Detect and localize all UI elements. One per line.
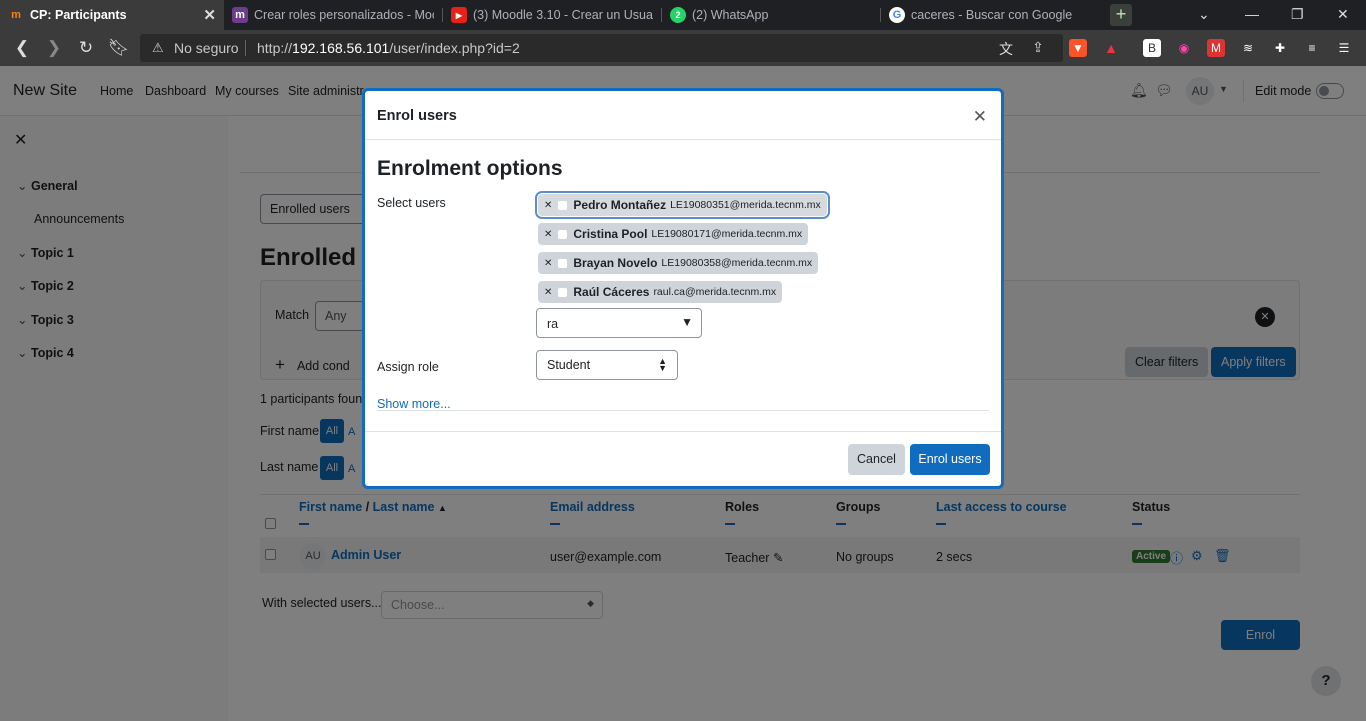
extension-b-icon[interactable]: B xyxy=(1143,39,1161,57)
selected-user-email: LE19080171@merida.tecnm.mx xyxy=(651,228,803,240)
translate-icon[interactable]: 文 xyxy=(996,39,1016,59)
url-text[interactable]: http://192.168.56.101/user/index.php?id=… xyxy=(257,40,520,56)
remove-icon[interactable]: ✕ xyxy=(544,200,552,211)
selected-user-tag[interactable]: ✕ Pedro Montañez LE19080351@merida.tecnm… xyxy=(535,191,830,219)
tab-youtube[interactable]: ▶ (3) Moodle 3.10 - Crear un Usuario xyxy=(443,0,661,30)
remove-icon[interactable]: ✕ xyxy=(544,229,552,240)
search-value: ra xyxy=(547,317,559,331)
tab-participants[interactable]: m CP: Participants ✕ xyxy=(0,0,224,30)
whatsapp-icon: 2 xyxy=(670,7,686,23)
url-box[interactable]: ⚠ No seguro http://192.168.56.101/user/i… xyxy=(140,34,1063,62)
url-path: /user/index.php?id=2 xyxy=(389,40,520,56)
tab-google[interactable]: G caceres - Buscar con Google xyxy=(881,0,1099,30)
bookmark-icon[interactable]: 🔖︎ xyxy=(108,38,130,58)
selected-user-tag[interactable]: ✕ Brayan Novelo LE19080358@merida.tecnm.… xyxy=(538,252,819,274)
url-host: 192.168.56.101 xyxy=(292,40,390,56)
youtube-icon: ▶ xyxy=(451,7,467,23)
tab-title: (2) WhatsApp xyxy=(692,8,769,22)
brave-icon[interactable]: ▼ xyxy=(1069,39,1087,57)
chevron-down-icon[interactable]: ▼ xyxy=(681,315,693,329)
enrol-users-modal: Enrol users ✕ Enrolment options Select u… xyxy=(362,88,1004,489)
extension-wave-icon[interactable]: ≋ xyxy=(1239,39,1257,57)
moodle-icon: m xyxy=(232,7,248,23)
extension-fox-icon[interactable]: ◉ xyxy=(1175,39,1193,57)
close-tab-icon[interactable]: ✕ xyxy=(203,6,216,24)
tab-title: Crear roles personalizados - Mood xyxy=(254,8,434,22)
playlist-icon[interactable]: ≡ xyxy=(1303,39,1321,57)
selected-user-email: raul.ca@merida.tecnm.mx xyxy=(653,286,777,298)
select-arrows-icon: ▲ ▼ xyxy=(658,356,667,373)
selected-user-email: LE19080351@merida.tecnm.mx xyxy=(670,199,821,211)
share-icon[interactable]: ⇪ xyxy=(1028,39,1048,56)
forward-icon[interactable]: ❯ xyxy=(44,38,64,58)
selected-user-name: Brayan Novelo xyxy=(573,256,658,270)
address-bar-row: ❮ ❯ ↻ 🔖︎ ⚠ No seguro http://192.168.56.1… xyxy=(0,30,1366,66)
close-icon[interactable]: ✕ xyxy=(973,107,987,127)
reload-icon[interactable]: ↻ xyxy=(76,38,96,58)
enrolment-options-heading: Enrolment options xyxy=(377,157,563,180)
modal-title: Enrol users xyxy=(377,108,457,124)
tab-whatsapp[interactable]: 2 (2) WhatsApp xyxy=(662,0,880,30)
back-icon[interactable]: ❮ xyxy=(12,38,32,58)
tab-title: CP: Participants xyxy=(30,8,127,22)
assign-role-select[interactable]: Student ▲ ▼ xyxy=(536,350,678,380)
cancel-button[interactable]: Cancel xyxy=(848,444,905,475)
tab-crear-roles[interactable]: m Crear roles personalizados - Mood xyxy=(224,0,442,30)
remove-icon[interactable]: ✕ xyxy=(544,258,552,269)
role-value: Student xyxy=(547,358,591,372)
tab-title: caceres - Buscar con Google xyxy=(911,8,1073,22)
brave-rewards-icon[interactable]: ▲ xyxy=(1102,39,1120,57)
url-prefix: http:// xyxy=(257,40,293,56)
selected-user-tag[interactable]: ✕ Cristina Pool LE19080171@merida.tecnm.… xyxy=(538,223,809,245)
menu-icon[interactable]: ☰ xyxy=(1335,39,1353,57)
enrol-users-submit-button[interactable]: Enrol users xyxy=(910,444,990,475)
modal-header: Enrol users ✕ xyxy=(365,91,1001,140)
tab-title: (3) Moodle 3.10 - Crear un Usuario xyxy=(473,8,653,22)
selected-user-tag[interactable]: ✕ Raúl Cáceres raul.ca@merida.tecnm.mx xyxy=(538,281,783,303)
insecure-label[interactable]: No seguro xyxy=(174,40,239,56)
browser-tab-bar: m CP: Participants ✕ m Crear roles perso… xyxy=(0,0,1366,30)
selected-user-name: Raúl Cáceres xyxy=(573,285,650,299)
selected-user-name: Pedro Montañez xyxy=(573,198,667,212)
select-users-label: Select users xyxy=(377,196,446,210)
close-window-icon[interactable]: ✕ xyxy=(1337,6,1349,23)
remove-icon[interactable]: ✕ xyxy=(544,287,552,298)
minimize-icon[interactable]: — xyxy=(1245,6,1259,22)
show-more-link[interactable]: Show more... xyxy=(377,397,451,411)
warning-icon[interactable]: ⚠ xyxy=(152,40,164,56)
tab-search-chevron-icon[interactable]: ⌄ xyxy=(1198,6,1210,23)
extension-m-icon[interactable]: M xyxy=(1207,39,1225,57)
selected-user-name: Cristina Pool xyxy=(573,227,648,241)
new-tab-button[interactable]: + xyxy=(1110,4,1132,26)
puzzle-icon[interactable]: ✚ xyxy=(1271,39,1289,57)
assign-role-label: Assign role xyxy=(377,360,439,374)
maximize-icon[interactable]: ❐ xyxy=(1291,6,1304,23)
moodle-icon: m xyxy=(11,9,21,21)
google-icon: G xyxy=(889,7,905,23)
selected-user-email: LE19080358@merida.tecnm.mx xyxy=(661,257,813,269)
user-search-input[interactable]: ra ▼ xyxy=(536,308,702,338)
